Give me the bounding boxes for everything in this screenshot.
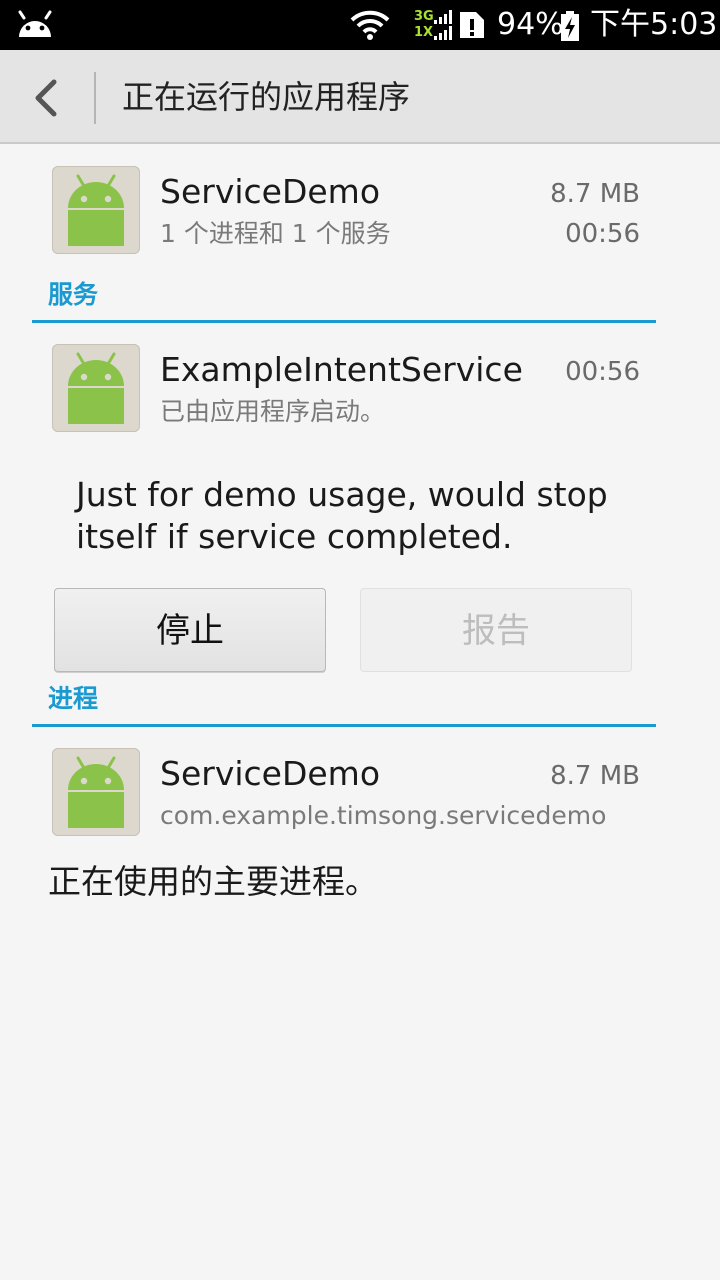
clock: 下午5:03 xyxy=(590,7,718,42)
status-bar: 3G 1X 94% 下午5:03 xyxy=(0,0,720,50)
service-time: 00:56 xyxy=(565,357,640,387)
process-package: com.example.timsong.servicedemo xyxy=(160,801,607,830)
process-name: ServiceDemo xyxy=(160,754,381,793)
network-type-top: 3G xyxy=(414,9,434,24)
processes-section-label: 进程 xyxy=(48,684,99,713)
android-app-icon xyxy=(52,166,140,254)
android-service-icon xyxy=(52,344,140,432)
battery-charging-icon xyxy=(560,11,580,45)
android-notification-icon xyxy=(16,9,54,43)
service-description: Just for demo usage, would stop itself i… xyxy=(76,475,608,556)
app-name: ServiceDemo xyxy=(160,172,381,211)
action-bar-divider xyxy=(94,72,96,124)
process-note: 正在使用的主要进程。 xyxy=(48,862,378,901)
signal-icon: 3G 1X xyxy=(412,8,454,42)
services-divider xyxy=(32,320,656,323)
service-status: 已由应用程序启动。 xyxy=(160,397,386,426)
processes-divider xyxy=(32,724,656,727)
sim-icon xyxy=(458,10,486,44)
wifi-icon xyxy=(350,10,390,44)
action-bar: 正在运行的应用程序 xyxy=(0,50,720,144)
app-time: 00:56 xyxy=(565,219,640,249)
app-summary: 1 个进程和 1 个服务 xyxy=(160,219,391,248)
service-name: ExampleIntentService xyxy=(160,350,523,389)
services-section-label: 服务 xyxy=(48,280,99,309)
network-type-bottom: 1X xyxy=(414,25,434,40)
battery-percent: 94% xyxy=(497,7,564,42)
app-size: 8.7 MB xyxy=(550,179,640,209)
process-size: 8.7 MB xyxy=(550,761,640,791)
page-title: 正在运行的应用程序 xyxy=(122,78,411,116)
stop-button[interactable]: 停止 xyxy=(54,588,326,672)
report-button[interactable]: 报告 xyxy=(360,588,632,672)
android-process-icon xyxy=(52,748,140,836)
back-arrow-icon[interactable] xyxy=(28,78,64,118)
